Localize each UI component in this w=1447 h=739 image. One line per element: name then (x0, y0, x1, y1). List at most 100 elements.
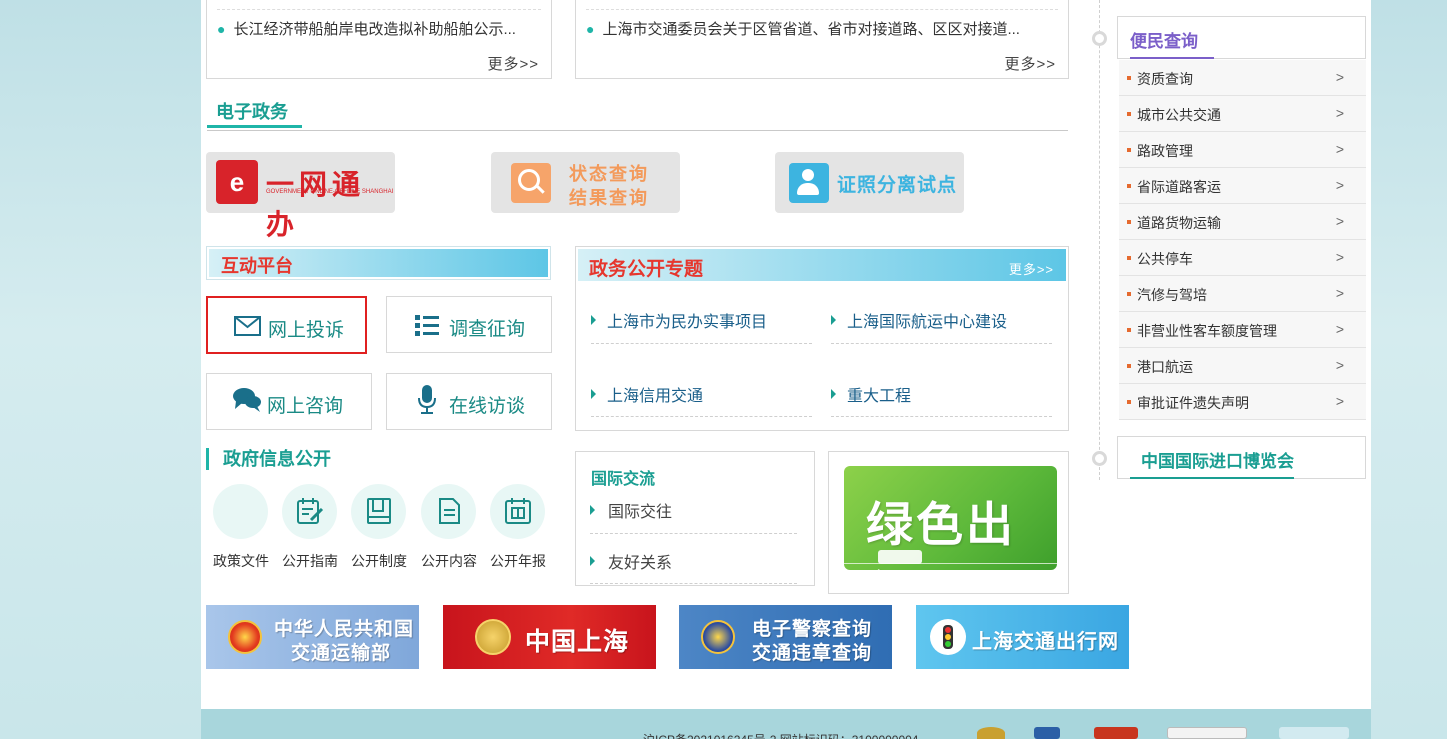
footer-badge-icon[interactable] (1167, 727, 1247, 739)
topic-label[interactable]: 上海信用交通 (607, 388, 703, 405)
gov-info-label[interactable]: 公开指南 (282, 551, 338, 571)
news-item-link[interactable]: 上海市交通委员会关于区管省道、省市对接道路、区区对接道... (602, 21, 1020, 38)
topic-link[interactable]: 上海市为民办实事项目 (591, 308, 767, 332)
title-underline (1130, 57, 1214, 59)
divider (590, 533, 797, 534)
status-query-banner[interactable]: 状态查询 结果查询 (491, 152, 680, 213)
sidebar-item[interactable]: 路政管理 > (1119, 132, 1366, 168)
sidebar-item[interactable]: 审批证件遗失声明 > (1119, 384, 1366, 420)
calendar-edit-icon (297, 498, 324, 524)
gov-topics-title: 政务公开专题 (589, 259, 704, 280)
topic-label[interactable]: 上海国际航运中心建设 (847, 314, 1007, 331)
topic-label[interactable]: 重大工程 (847, 388, 911, 405)
bullet-icon (1127, 148, 1131, 152)
shanghai-text: 中国上海 (525, 628, 630, 656)
person-icon-body (797, 183, 819, 195)
chevron-right-icon: > (1335, 141, 1344, 157)
sidebar-item-label: 省际道路客运 (1137, 179, 1221, 195)
microphone-icon (418, 385, 436, 414)
sidebar-item[interactable]: 城市公共交通 > (1119, 96, 1366, 132)
system-icon[interactable] (351, 484, 406, 539)
sidebar-item-label: 资质查询 (1137, 71, 1193, 87)
sidebar-item[interactable]: 省际道路客运 > (1119, 168, 1366, 204)
timeline-node (1092, 31, 1107, 46)
sidebar-item-label: 公共停车 (1137, 251, 1193, 267)
intl-link[interactable]: 国际交往 (590, 498, 672, 522)
survey-button[interactable]: 调查征询 (386, 296, 552, 353)
yiwang-text: 一网通办 (266, 169, 366, 240)
police-line2: 交通违章查询 (752, 643, 873, 664)
yiwangtongban-banner[interactable]: e 一网通办 GOVERNMENT ONLINE-OFFLINE SHANGHA… (206, 152, 395, 240)
more-link[interactable]: 更多>> (1009, 259, 1054, 278)
police-line1: 电子警察查询 (752, 619, 873, 640)
chevron-right-icon: > (1335, 357, 1344, 373)
news-item-link[interactable]: 长江经济带船舶岸电改造拟补助船舶公示... (233, 21, 516, 38)
envelope-icon (234, 316, 261, 336)
footer-seal-icon[interactable] (1094, 727, 1138, 739)
police-badge-icon (701, 620, 735, 654)
button-label: 在线访谈 (449, 396, 526, 417)
light-yellow (945, 634, 951, 640)
gov-info-label[interactable]: 政策文件 (213, 551, 269, 571)
intl-label[interactable]: 国际交往 (608, 504, 672, 521)
ground-line (844, 563, 1057, 564)
divider (831, 343, 1052, 344)
sidebar-item[interactable]: 道路货物运输 > (1119, 204, 1366, 240)
title-underline (1130, 477, 1294, 479)
sidebar-item[interactable]: 资质查询 > (1119, 60, 1366, 96)
light-green (945, 641, 951, 647)
news-item[interactable]: ● 上海市交通委员会关于区管省道、省市对接道路、区区对接道... (586, 18, 1058, 39)
more-link[interactable]: 更多>> (487, 53, 539, 74)
bullet-icon (1127, 112, 1131, 116)
intl-label[interactable]: 友好关系 (608, 555, 672, 572)
gov-info-label[interactable]: 公开年报 (490, 551, 546, 571)
news-item[interactable]: ● 长江经济带船舶岸电改造拟补助船舶公示... (217, 18, 542, 39)
sidebar-item[interactable]: 汽修与驾培 > (1119, 276, 1366, 312)
interact-title: 互动平台 (221, 256, 293, 276)
footer-building-icon[interactable] (1034, 727, 1060, 739)
topic-link[interactable]: 上海信用交通 (591, 382, 703, 406)
content-icon[interactable] (421, 484, 476, 539)
sidebar-item-label: 非营业性客车额度管理 (1137, 323, 1277, 339)
more-link[interactable]: 更多>> (1004, 53, 1056, 74)
travel-link-banner[interactable]: 上海交通出行网 (916, 605, 1129, 669)
divider (207, 130, 1068, 131)
sidebar-item[interactable]: 非营业性客车额度管理 > (1119, 312, 1366, 348)
document-icon (439, 498, 460, 524)
traffic-light-icon (930, 619, 966, 655)
sidebar-item[interactable]: 港口航运 > (1119, 348, 1366, 384)
topic-label[interactable]: 上海市为民办实事项目 (607, 314, 767, 331)
news-box-left: ● 长江经济带船舶岸电改造拟补助船舶公示... 更多>> (206, 0, 552, 79)
shanghai-link-banner[interactable]: 中国上海 (443, 605, 656, 669)
bullet-icon: ● (217, 21, 226, 37)
topic-link[interactable]: 重大工程 (831, 382, 911, 406)
yiwang-subtitle: GOVERNMENT ONLINE-OFFLINE SHANGHAI (266, 189, 394, 195)
convenience-query-title[interactable]: 便民查询 (1130, 27, 1198, 52)
bullet-icon (1127, 364, 1131, 368)
topic-link[interactable]: 上海国际航运中心建设 (831, 308, 1007, 332)
list-icon (415, 315, 439, 336)
policy-file-icon[interactable] (213, 484, 268, 539)
gov-info-label[interactable]: 公开制度 (351, 551, 407, 571)
triangle-icon (591, 389, 596, 399)
license-pilot-banner[interactable]: 证照分离试点 (775, 152, 964, 213)
intl-link[interactable]: 友好关系 (590, 549, 672, 573)
sidebar-item[interactable]: 公共停车 > (1119, 240, 1366, 276)
chevron-right-icon: > (1335, 177, 1344, 193)
gov-info-label[interactable]: 公开内容 (421, 551, 477, 571)
mot-link-banner[interactable]: 中华人民共和国 交通运输部 (206, 605, 419, 669)
green-travel-banner[interactable]: 绿色出行 (844, 466, 1057, 570)
icp-text[interactable]: 沪ICP备2021016245号-2 网站标识码：3100000004 (643, 731, 919, 739)
footer-badge-icon[interactable] (977, 727, 1005, 739)
online-interview-button[interactable]: 在线访谈 (386, 373, 552, 430)
guide-icon[interactable] (282, 484, 337, 539)
expo-title[interactable]: 中国国际进口博览会 (1141, 447, 1294, 472)
annual-report-icon[interactable] (490, 484, 545, 539)
online-complaint-button[interactable]: 网上投诉 (206, 296, 367, 354)
police-link-banner[interactable]: 电子警察查询 交通违章查询 (679, 605, 892, 669)
yiwang-logo-icon: e (216, 160, 258, 204)
online-consult-button[interactable]: 网上咨询 (206, 373, 372, 430)
footer-badge-icon[interactable] (1279, 727, 1349, 739)
sidebar-item-label: 城市公共交通 (1137, 107, 1221, 123)
shanghai-logo-icon (475, 619, 511, 655)
